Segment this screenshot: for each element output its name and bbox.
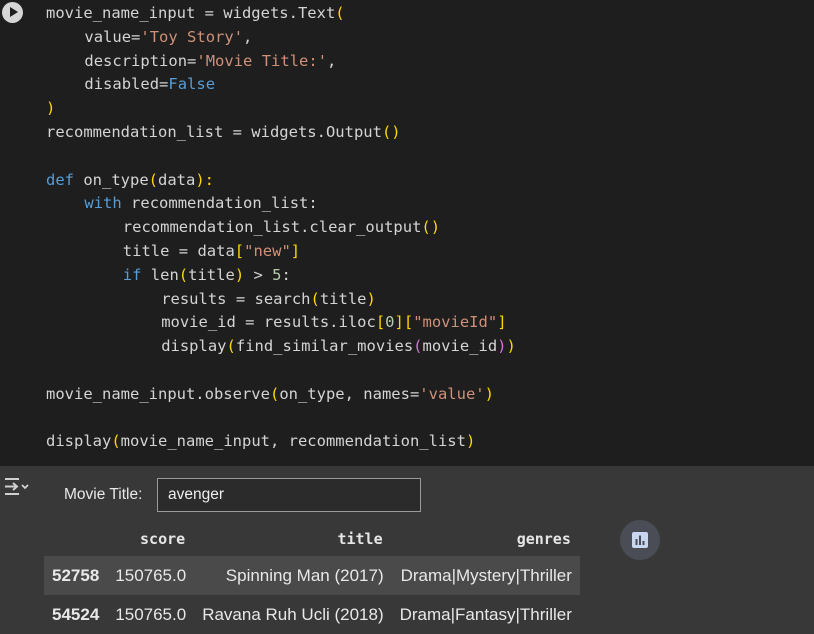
code-line: title = data["new"] bbox=[122, 241, 301, 260]
code-line: recommendation_list.clear_output() bbox=[122, 218, 441, 237]
code-line: display(movie_name_input, recommendation… bbox=[46, 432, 476, 451]
code-line: ) bbox=[46, 99, 56, 118]
code-editor[interactable]: movie_name_input = widgets.Text( value='… bbox=[46, 2, 516, 454]
table-row: 54524 150765.0 Ravana Ruh Ucli (2018) Dr… bbox=[44, 595, 580, 634]
code-line: recommendation_list = widgets.Output() bbox=[46, 122, 401, 141]
movie-title-input[interactable] bbox=[157, 478, 421, 512]
code-line: if len(title) > 5: bbox=[122, 265, 291, 284]
column-header-genres: genres bbox=[391, 521, 580, 556]
column-header-score: score bbox=[107, 521, 195, 556]
table-row: 52758 150765.0 Spinning Man (2017) Drama… bbox=[44, 556, 580, 595]
suggest-chart-button[interactable] bbox=[620, 520, 660, 560]
code-line: with recommendation_list: bbox=[84, 194, 318, 213]
row-index: 52758 bbox=[44, 556, 108, 595]
score-cell: 150765.0 bbox=[107, 595, 195, 634]
code-line: description='Movie Title:', bbox=[84, 51, 337, 70]
genres-cell: Drama|Mystery|Thriller bbox=[391, 556, 580, 595]
code-line: movie_name_input.observe(on_type, names=… bbox=[46, 384, 494, 403]
code-line: movie_id = results.iloc[0]["movieId"] bbox=[161, 313, 507, 332]
code-line: results = search(title) bbox=[161, 289, 376, 308]
code-line: movie_name_input = widgets.Text( bbox=[46, 4, 345, 22]
table-header-row: score title genres bbox=[44, 521, 580, 556]
code-cell[interactable]: movie_name_input = widgets.Text( value='… bbox=[0, 0, 814, 466]
run-cell-button[interactable] bbox=[2, 2, 23, 23]
code-line: def on_type(data): bbox=[46, 170, 214, 189]
movie-title-label: Movie Title: bbox=[64, 486, 143, 503]
title-cell: Spinning Man (2017) bbox=[194, 556, 392, 595]
cell-output: Movie Title: score title genres 52758 15… bbox=[0, 466, 814, 634]
code-line: disabled=False bbox=[84, 75, 216, 94]
code-line: value='Toy Story', bbox=[84, 27, 253, 46]
movie-title-widget: Movie Title: bbox=[64, 478, 421, 512]
column-header-title: title bbox=[194, 521, 392, 556]
index-header bbox=[44, 521, 108, 556]
output-collapse-icon[interactable] bbox=[2, 476, 30, 500]
score-cell: 150765.0 bbox=[107, 556, 195, 595]
genres-cell: Drama|Fantasy|Thriller bbox=[391, 595, 580, 634]
results-table: score title genres 52758 150765.0 Spinni… bbox=[44, 521, 580, 634]
bar-chart-icon bbox=[632, 532, 648, 548]
title-cell: Ravana Ruh Ucli (2018) bbox=[194, 595, 392, 634]
row-index: 54524 bbox=[44, 595, 108, 634]
code-line: display(find_similar_movies(movie_id)) bbox=[161, 337, 516, 356]
